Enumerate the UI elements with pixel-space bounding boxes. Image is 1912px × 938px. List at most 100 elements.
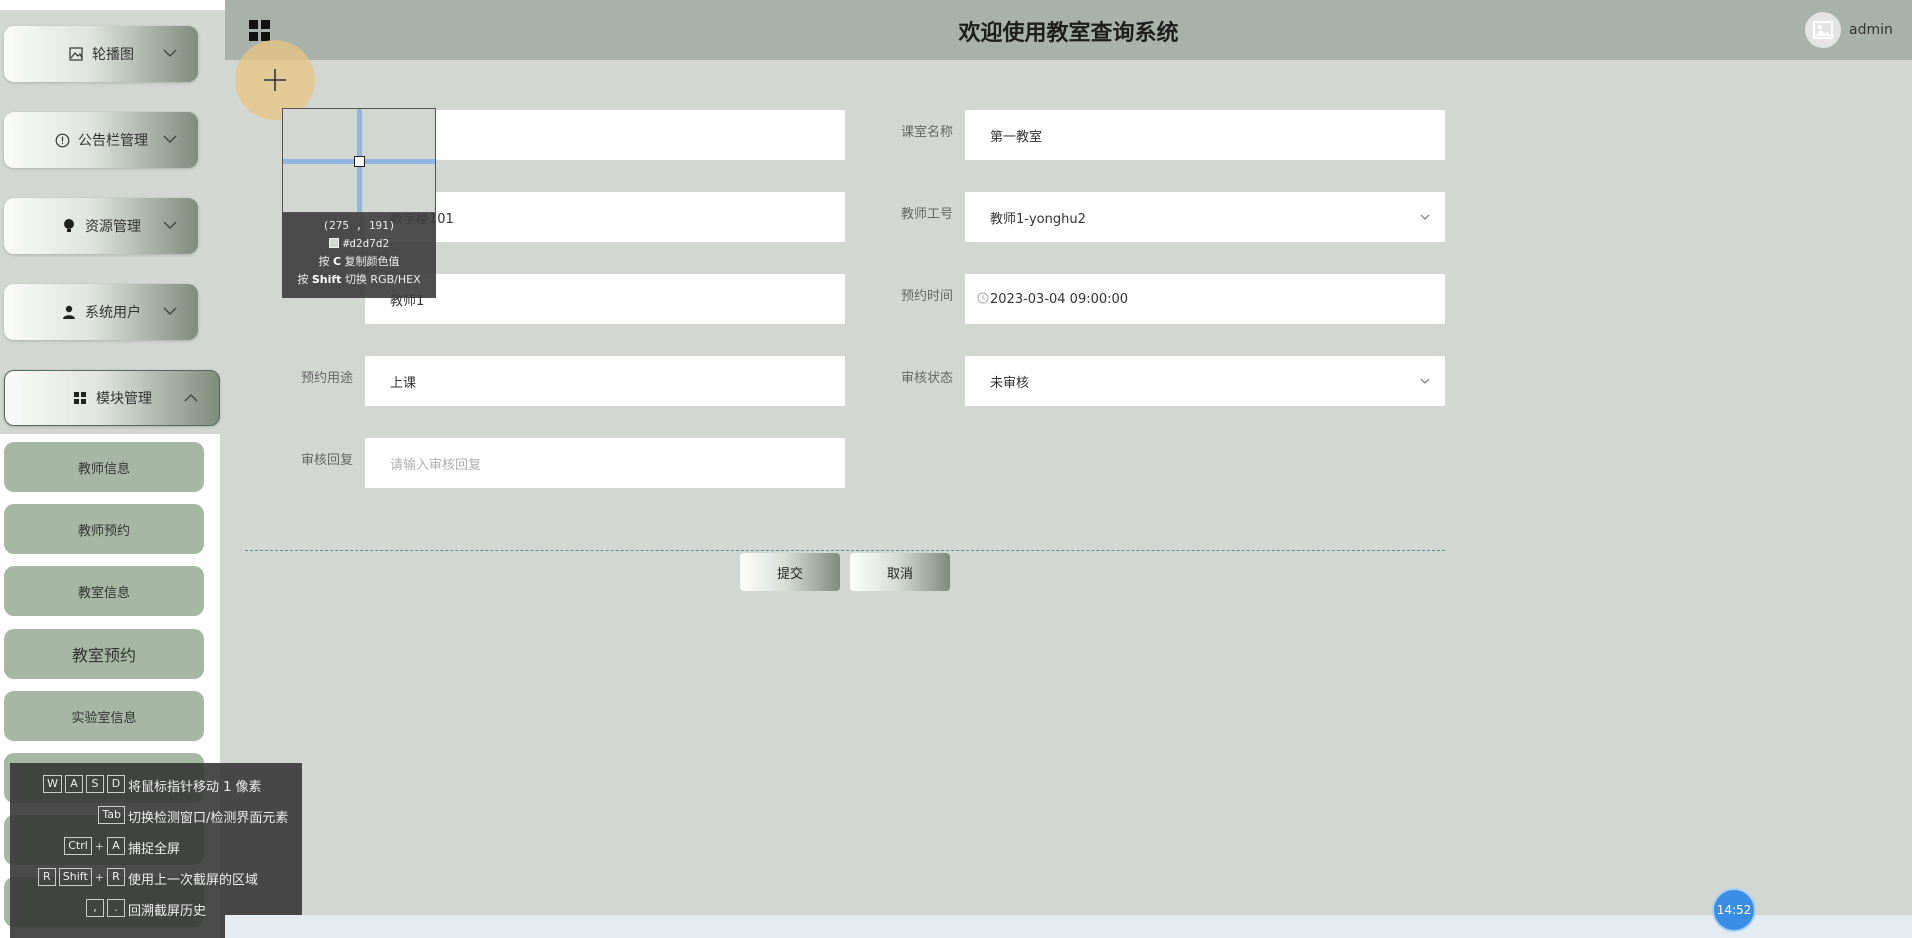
purpose-input[interactable]: 上课	[365, 356, 845, 406]
review-reply-placeholder: 请输入审核回复	[390, 457, 482, 473]
shortcut-keys: , .	[86, 899, 125, 917]
switch-hint-key: Shift	[311, 273, 342, 286]
plus-icon	[264, 69, 286, 91]
key: A	[107, 837, 125, 855]
image-icon	[68, 46, 84, 62]
switch-format-hint: 按 Shift 切换 RGB/HEX	[282, 271, 436, 289]
key: ,	[86, 899, 104, 917]
sidebar-top-strip	[0, 0, 225, 10]
menu-group-label: 资源管理	[85, 219, 141, 235]
menu-group-system-users[interactable]: 系统用户	[4, 284, 198, 340]
page-title: 欢迎使用教室查询系统	[958, 21, 1179, 46]
key: S	[86, 775, 104, 793]
shortcut-desc: 使用上一次截屏的区域	[128, 873, 259, 888]
submenu-item-teacher-reservation[interactable]: 教师预约	[4, 504, 204, 554]
shortcut-row: R Shift + R 使用上一次截屏的区域	[10, 866, 302, 888]
chevron-up-icon	[184, 394, 198, 402]
cancel-button[interactable]: 取消	[850, 553, 950, 591]
key-plus: +	[94, 839, 104, 853]
submenu-item-classroom-reservation[interactable]: 教室预约	[4, 629, 204, 679]
purpose-value: 上课	[390, 375, 417, 391]
key: W	[43, 775, 62, 793]
chevron-down-icon	[163, 49, 177, 57]
classroom-name-input[interactable]: 第一教室	[965, 110, 1445, 160]
teacher-id-label: 教师工号	[900, 207, 953, 222]
teacher-id-value: 教师1-yonghu2	[990, 211, 1086, 227]
key: Shift	[58, 868, 92, 886]
copy-hint-suffix: 复制颜色值	[344, 255, 400, 268]
submenu-item-classroom-info[interactable]: 教室信息	[4, 566, 204, 616]
menu-group-notice[interactable]: 公告栏管理	[4, 112, 198, 168]
teacher-id-select[interactable]: 教师1-yonghu2	[965, 192, 1445, 242]
reservation-time-label: 预约时间	[900, 289, 953, 304]
shortcut-row: W A S D 将鼠标指针移动 1 像素	[10, 773, 302, 795]
menu-group-resources[interactable]: 资源管理	[4, 198, 198, 254]
color-value-row: #d2d7d2	[282, 235, 436, 253]
key: Ctrl	[64, 837, 92, 855]
header: 欢迎使用教室查询系统 admin	[225, 0, 1912, 60]
lightbulb-icon	[61, 218, 77, 234]
key: Tab	[98, 806, 125, 824]
username[interactable]: admin	[1849, 22, 1893, 38]
image-placeholder-icon	[1813, 21, 1833, 39]
shortcut-row: Tab 切换检测窗口/检测界面元素	[10, 804, 302, 826]
key-plus: +	[94, 870, 104, 884]
menu-group-label: 系统用户	[85, 305, 141, 321]
chevron-down-icon	[163, 307, 177, 315]
chevron-down-icon	[163, 135, 177, 143]
key: R	[107, 868, 125, 886]
review-reply-label: 审核回复	[300, 453, 353, 468]
shortcut-keys: Ctrl + A	[64, 837, 125, 855]
grid-icon	[72, 390, 88, 406]
field-2-input[interactable]: 教学楼101	[365, 192, 845, 242]
color-value: #d2d7d2	[342, 237, 390, 250]
cursor-coordinates: (275 , 191)	[322, 219, 396, 232]
field-1-input[interactable]: 6	[365, 110, 845, 160]
field-3-input[interactable]: 教师1	[365, 274, 845, 324]
submit-button[interactable]: 提交	[740, 553, 840, 591]
copy-hint-prefix: 按	[318, 255, 330, 268]
submenu-item-lab-info[interactable]: 实验室信息	[4, 691, 204, 741]
chevron-down-icon	[1420, 214, 1430, 220]
shortcut-desc: 切换检测窗口/检测界面元素	[128, 811, 289, 826]
key: .	[107, 899, 125, 917]
shortcut-keys: R Shift + R	[37, 868, 125, 886]
crosshair-center	[354, 156, 365, 167]
menu-group-label: 轮播图	[92, 47, 134, 63]
review-reply-input[interactable]: 请输入审核回复	[365, 438, 845, 488]
shortcut-desc: 捕捉全屏	[128, 842, 181, 857]
reservation-time-value: 2023-03-04 09:00:00	[990, 291, 1129, 307]
key: R	[37, 868, 56, 886]
magnifier-info: (275 , 191) #d2d7d2 按 C 复制颜色值 按 Shift 切换…	[282, 213, 436, 298]
user-icon	[61, 304, 77, 320]
shortcut-keys: W A S D	[43, 775, 125, 793]
menu-group-label: 模块管理	[96, 391, 152, 407]
shortcut-keys: Tab	[98, 806, 125, 824]
shortcut-row: Ctrl + A 捕捉全屏	[10, 835, 302, 857]
review-status-label: 审核状态	[900, 371, 953, 386]
purpose-label: 预约用途	[300, 371, 353, 386]
shortcut-desc: 回溯截屏历史	[128, 904, 207, 919]
info-circle-icon	[54, 132, 70, 148]
switch-hint-suffix: 切换 RGB/HEX	[344, 273, 421, 286]
bottom-strip	[225, 915, 1912, 938]
menu-group-modules[interactable]: 模块管理	[4, 370, 220, 426]
review-status-value: 未审核	[990, 375, 1030, 391]
submenu-item-teacher-info[interactable]: 教师信息	[4, 442, 204, 492]
reservation-time-picker[interactable]: 2023-03-04 09:00:00	[965, 274, 1445, 324]
chevron-down-icon	[163, 221, 177, 229]
classroom-name-label: 课室名称	[900, 125, 953, 140]
color-picker-magnifier: (275 , 191) #d2d7d2 按 C 复制颜色值 按 Shift 切换…	[282, 108, 436, 298]
clock-icon	[977, 292, 989, 304]
shortcut-help-panel: W A S D 将鼠标指针移动 1 像素 Tab 切换检测窗口/检测界面元素 C…	[10, 763, 302, 938]
avatar[interactable]	[1805, 12, 1841, 48]
menu-group-carousel[interactable]: 轮播图	[4, 26, 198, 82]
copy-hint-key: C	[332, 255, 342, 268]
grid-menu-icon[interactable]	[248, 19, 272, 43]
clock-badge[interactable]: 14:52	[1712, 888, 1756, 932]
magnifier-view	[282, 108, 436, 213]
form-divider	[245, 550, 1445, 551]
key: A	[65, 775, 83, 793]
classroom-name-value: 第一教室	[990, 129, 1043, 145]
review-status-select[interactable]: 未审核	[965, 356, 1445, 406]
